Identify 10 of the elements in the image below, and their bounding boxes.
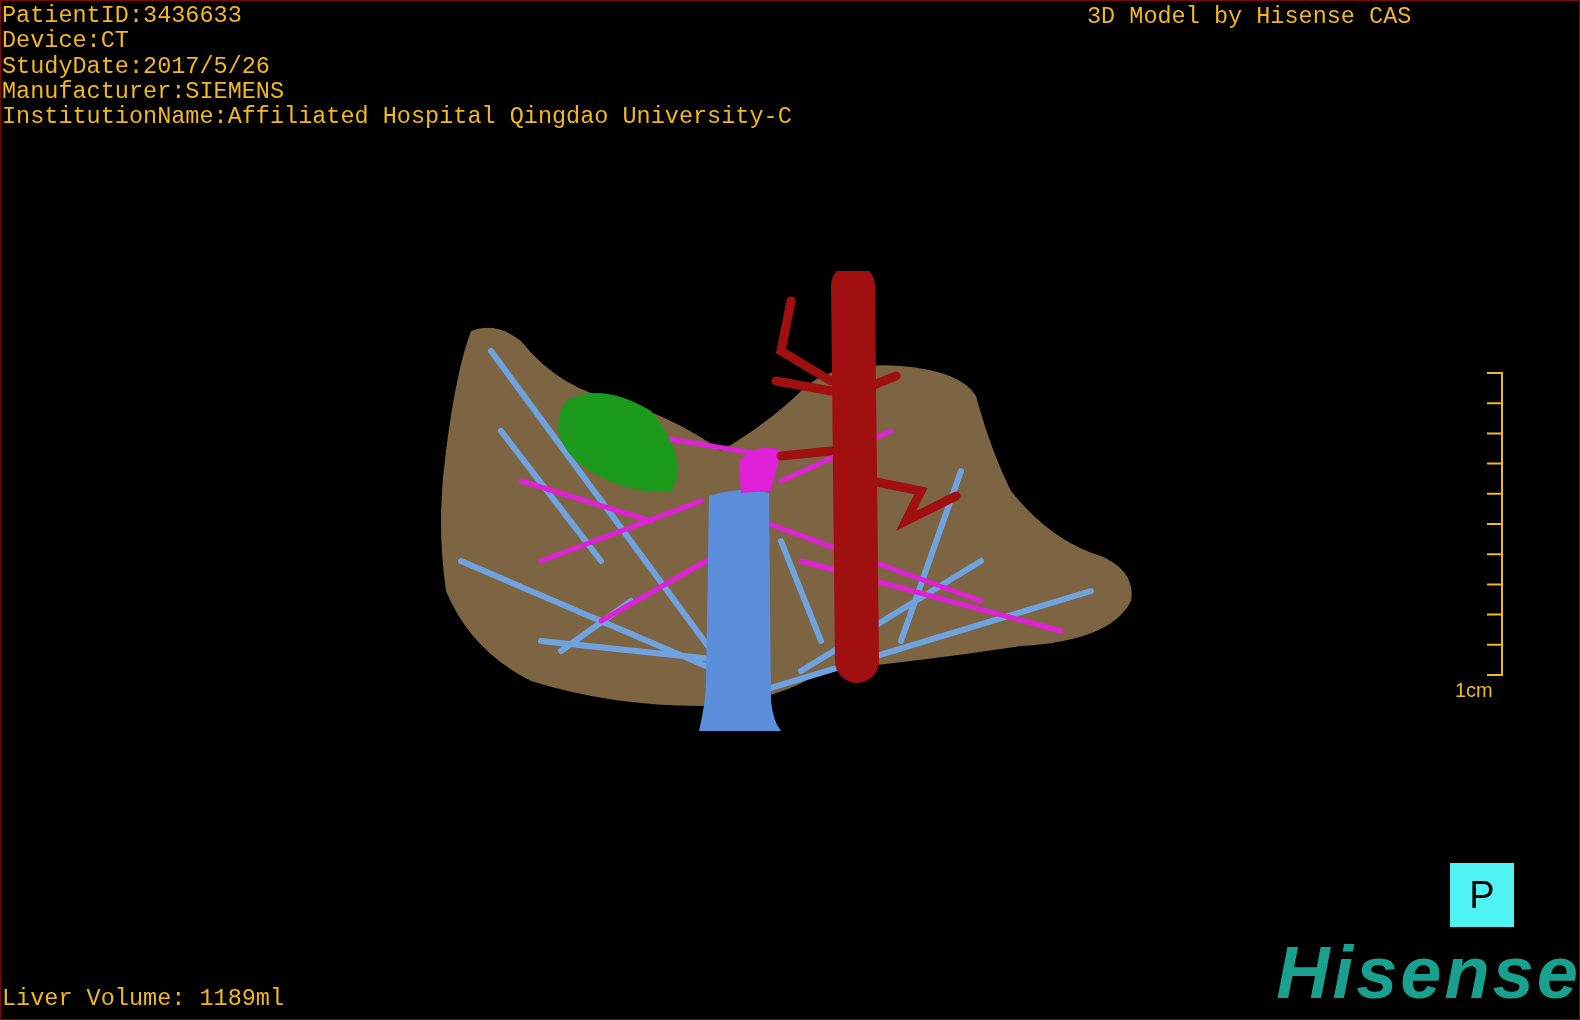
info-text: Manufacturer:SIEMENS xyxy=(2,78,286,105)
logo: Hisense xyxy=(1276,936,1579,1010)
info-text: InstitutionName:Affiliated Hospital Qingdao University-C xyxy=(2,104,792,130)
scale-label: 1cm xyxy=(1455,679,1493,701)
info-text: Device:CT xyxy=(2,28,130,54)
liver-volume-text: Liver Volume: 1189ml xyxy=(2,986,285,1011)
info-text: PatientID:3436633 xyxy=(2,3,243,29)
title-text: 3D Model by Hisense CAS xyxy=(1087,4,1412,29)
info-text: StudyDate:2017/5/26 xyxy=(2,53,271,79)
view-orientation-button[interactable]: P xyxy=(1450,863,1514,927)
